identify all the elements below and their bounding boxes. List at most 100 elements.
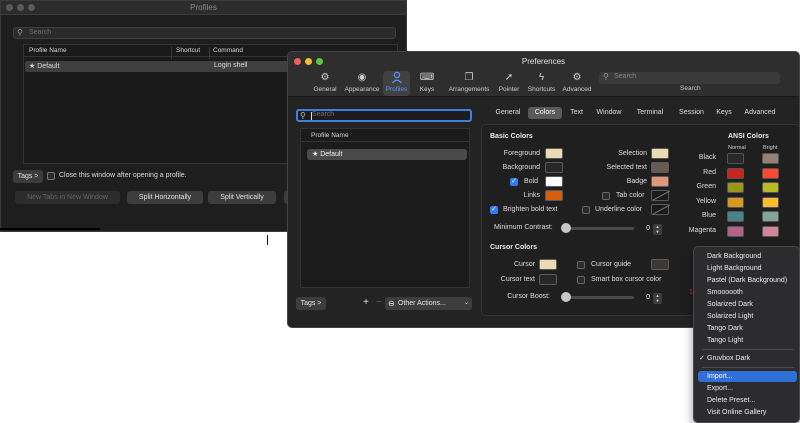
toolbar-general[interactable]: ⚙ General	[312, 71, 338, 96]
toolbar-label: Advanced	[562, 86, 592, 93]
new-tabs-in-new-window-button[interactable]: New Tabs in New Window	[15, 191, 120, 204]
ansi-blue-bright-well[interactable]	[762, 211, 779, 222]
cursor-guide-checkbox[interactable]	[577, 261, 585, 269]
cursor-boost-value[interactable]: 0	[636, 294, 650, 304]
menu-item-gruvbox-dark[interactable]: ✓ Gruvbox Dark	[698, 353, 797, 364]
toolbar-arrangements[interactable]: ❐ Arrangements	[445, 71, 493, 96]
menu-item-pastel-dark-background[interactable]: Pastel (Dark Background)	[698, 275, 797, 286]
menu-item-solarized-light[interactable]: Solarized Light	[698, 311, 797, 322]
minimum-contrast-stepper[interactable]: ▲ ▼	[653, 224, 662, 235]
toolbar-keys[interactable]: ⌨ Keys	[415, 71, 439, 96]
cursor-boost-slider[interactable]	[561, 292, 634, 302]
menu-item-light-background[interactable]: Light Background	[698, 263, 797, 274]
ansi-green-normal-well[interactable]	[727, 182, 744, 193]
gear-icon: ⚙	[320, 72, 330, 83]
tab-color-well[interactable]	[651, 190, 669, 201]
toolbar-appearance[interactable]: ◉ Appearance	[343, 71, 381, 96]
menu-item-tango-dark[interactable]: Tango Dark	[698, 323, 797, 334]
profile-search-input[interactable]: ⚲ Search	[296, 109, 472, 122]
tab-terminal[interactable]: Terminal	[630, 107, 670, 119]
profile-list-header: Profile Name	[301, 129, 469, 142]
tab-text[interactable]: Text	[565, 107, 588, 119]
ansi-red-bright-well[interactable]	[762, 167, 779, 179]
toolbar-advanced[interactable]: ⚙ Advanced	[560, 71, 594, 96]
foreground-color-well[interactable]	[545, 148, 563, 159]
profiles-search-field[interactable]: ⚲ Search	[13, 27, 396, 39]
bold-label: Bold	[524, 178, 539, 185]
brighten-bold-checkbox[interactable]	[490, 205, 498, 214]
badge-label: Badge	[626, 178, 647, 185]
menu-item-delete-preset[interactable]: Delete Preset...	[698, 395, 797, 406]
background-color-well[interactable]	[545, 162, 563, 173]
minimum-contrast-value[interactable]: 0	[636, 225, 650, 235]
menu-item-visit-online-gallery[interactable]: Visit Online Gallery	[698, 407, 797, 418]
slider-knob[interactable]	[561, 223, 571, 233]
profile-name-cell: ★ Default	[29, 63, 60, 70]
close-after-open-checkbox[interactable]	[47, 172, 55, 180]
ansi-red-normal-well[interactable]	[727, 167, 744, 179]
cursor-text-color-well[interactable]	[539, 274, 557, 285]
tab-keys[interactable]: Keys	[712, 107, 736, 119]
column-profile-name[interactable]: Profile Name	[29, 47, 67, 54]
menu-item-label: Dark Background	[707, 253, 762, 260]
keyboard-icon: ⌨	[419, 72, 435, 83]
cursor-color-well[interactable]	[539, 259, 557, 270]
minimum-contrast-slider[interactable]	[561, 223, 634, 233]
toolbar-shortcuts[interactable]: ϟ Shortcuts	[525, 71, 558, 96]
tags-button[interactable]: Tags >	[296, 297, 326, 310]
tab-session[interactable]: Session	[674, 107, 709, 119]
menu-item-smoooooth[interactable]: Smoooooth	[698, 287, 797, 298]
profile-name-column[interactable]: Profile Name	[311, 132, 349, 139]
split-vertically-button[interactable]: Split Vertically	[208, 191, 276, 204]
menu-item-import[interactable]: Import...	[698, 371, 797, 382]
selection-label: Selection	[618, 150, 647, 157]
ansi-green-bright-well[interactable]	[762, 182, 779, 193]
checkmark-icon: ✓	[699, 355, 705, 362]
underline-color-well[interactable]	[651, 204, 669, 215]
ansi-black-bright-well[interactable]	[762, 153, 779, 164]
links-color-well[interactable]	[545, 190, 563, 201]
selection-color-well[interactable]	[651, 148, 669, 159]
ansi-yellow-bright-well[interactable]	[762, 196, 779, 208]
person-icon	[383, 71, 410, 85]
menu-item-label: Delete Preset...	[707, 397, 756, 404]
foreground-label: Foreground	[503, 150, 540, 157]
toolbar-profiles[interactable]: Profiles	[383, 71, 410, 96]
menu-item-solarized-dark[interactable]: Solarized Dark	[698, 299, 797, 310]
menu-item-tango-light[interactable]: Tango Light	[698, 335, 797, 346]
column-shortcut[interactable]: Shortcut	[176, 47, 200, 54]
badge-color-well[interactable]	[651, 176, 669, 187]
list-item[interactable]: ★ Default	[307, 149, 467, 160]
selected-text-color-well[interactable]	[651, 162, 669, 173]
add-profile-button[interactable]: +	[360, 297, 372, 310]
column-command[interactable]: Command	[213, 47, 243, 54]
menu-item-label: Solarized Light	[707, 313, 754, 320]
other-actions-button[interactable]: ⊖ Other Actions... ⌄	[385, 297, 472, 310]
menu-item-dark-background[interactable]: Dark Background	[698, 251, 797, 262]
ansi-magenta-normal-well[interactable]	[727, 225, 744, 237]
bold-color-well[interactable]	[545, 176, 563, 187]
menu-item-export[interactable]: Export...	[698, 383, 797, 394]
ansi-yellow-normal-well[interactable]	[727, 196, 744, 208]
smart-box-cursor-checkbox[interactable]	[577, 276, 585, 284]
cursor-guide-color-well[interactable]	[651, 259, 669, 270]
bold-checkbox[interactable]	[510, 177, 518, 186]
menu-item-label: Pastel (Dark Background)	[707, 277, 788, 284]
ansi-black-normal-well[interactable]	[727, 153, 744, 164]
tab-colors[interactable]: Colors	[528, 107, 562, 119]
ansi-blue-normal-well[interactable]	[727, 211, 744, 222]
split-horizontally-button[interactable]: Split Horizontally	[127, 191, 203, 204]
tab-advanced[interactable]: Advanced	[740, 107, 780, 119]
preferences-search-field[interactable]: ⚲ Search	[599, 72, 780, 84]
tab-general[interactable]: General	[491, 107, 525, 119]
tab-window[interactable]: Window	[592, 107, 626, 119]
slider-knob[interactable]	[561, 292, 571, 302]
remove-profile-button[interactable]: −	[374, 297, 384, 310]
tab-color-checkbox[interactable]	[602, 192, 610, 200]
toolbar-label: Profiles	[385, 86, 408, 93]
ansi-magenta-bright-well[interactable]	[762, 225, 779, 237]
toolbar-pointer[interactable]: ➚ Pointer	[496, 71, 522, 96]
cursor-boost-stepper[interactable]: ▲ ▼	[653, 293, 662, 304]
underline-color-checkbox[interactable]	[582, 206, 590, 214]
tags-button[interactable]: Tags >	[13, 170, 43, 183]
